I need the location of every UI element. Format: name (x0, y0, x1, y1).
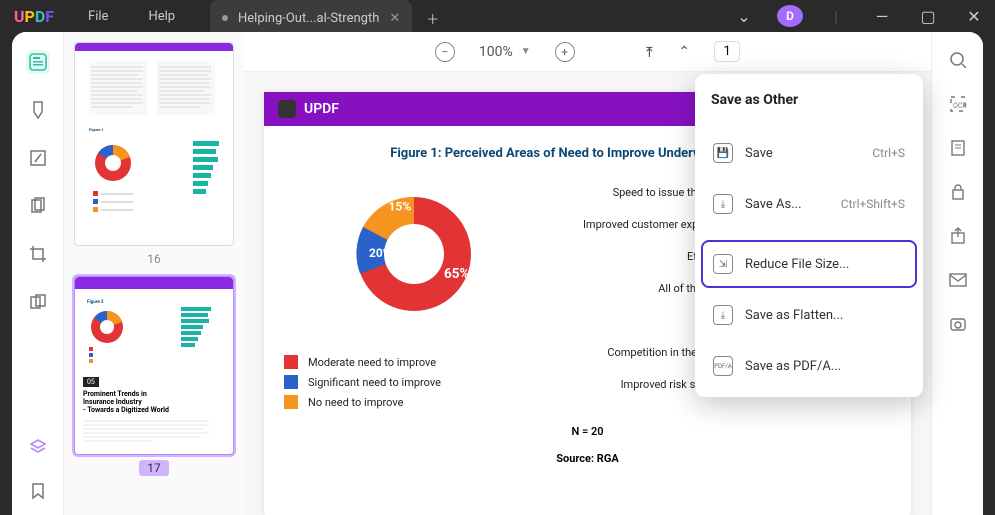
flatten-icon: ⤓ (713, 305, 733, 325)
save-as-other-menu: Save as Other 💾 Save Ctrl+S ⤓ Save As...… (695, 74, 923, 397)
app-logo: UPDF (14, 7, 54, 26)
menu-save[interactable]: 💾 Save Ctrl+S (701, 129, 917, 177)
save-icon: 💾 (713, 143, 733, 163)
prev-page-button[interactable]: ⌃ (678, 44, 690, 60)
email-icon[interactable] (948, 270, 968, 290)
maximize-button[interactable]: ▢ (915, 7, 941, 26)
thumbnail-number-current: 17 (74, 461, 234, 475)
chart-source: Source: RGA (284, 452, 891, 465)
compare-icon[interactable] (26, 290, 50, 314)
screenshot-icon[interactable] (948, 314, 968, 334)
right-toolbar: OCR (931, 32, 983, 515)
brand-mark-icon (278, 100, 296, 118)
first-page-button[interactable]: ⇤ (641, 46, 657, 58)
tab-modified-dot-icon (222, 15, 228, 21)
dropdown-title: Save as Other (699, 78, 919, 126)
chevron-down-icon[interactable]: ⌄ (731, 7, 757, 26)
bookmark-icon[interactable] (26, 479, 50, 503)
thumbnail-number: 16 (74, 252, 234, 266)
organize-pages-icon[interactable] (26, 194, 50, 218)
search-icon[interactable] (948, 50, 968, 70)
svg-text:Figure 1: Figure 1 (89, 127, 104, 132)
menu-file[interactable]: File (68, 9, 128, 24)
avatar[interactable]: D (777, 5, 803, 27)
svg-text:Figure 2: Figure 2 (87, 299, 104, 305)
menu-save-pdfa[interactable]: PDF/A Save as PDF/A... (701, 342, 917, 390)
new-tab-button[interactable]: ＋ (412, 0, 453, 36)
thumbnail-page-17[interactable]: Figure 2 (74, 276, 234, 455)
annotate-icon[interactable] (26, 98, 50, 122)
menu-save-flatten[interactable]: ⤓ Save as Flatten... (701, 291, 917, 339)
left-toolbar (12, 32, 64, 515)
edit-text-icon[interactable] (26, 146, 50, 170)
share-icon[interactable] (948, 226, 968, 246)
pdfa-icon: PDF/A (713, 356, 733, 376)
thumbnail-panel: Figure 1 (64, 32, 244, 515)
close-icon[interactable]: ✕ (389, 11, 400, 26)
document-tab[interactable]: Helping-Out...al-Strength ✕ (210, 0, 412, 36)
workspace: Figure 1 (12, 32, 983, 515)
form-icon[interactable] (948, 138, 968, 158)
reader-mode-icon[interactable] (26, 50, 50, 74)
svg-text:20%: 20% (369, 246, 392, 260)
save-as-icon: ⤓ (713, 194, 733, 214)
protect-icon[interactable] (948, 182, 968, 202)
compress-icon: ⇲ (713, 254, 733, 274)
minimize-button[interactable]: — (869, 7, 895, 26)
page-number-input[interactable] (714, 41, 740, 62)
menu-save-as[interactable]: ⤓ Save As... Ctrl+Shift+S (701, 180, 917, 228)
view-toolbar: − 100% ▼ + ⇤ ⌃ (244, 32, 931, 72)
thumbnail-page-16[interactable]: Figure 1 (74, 42, 234, 246)
chevron-down-icon: ▼ (521, 46, 531, 57)
donut-chart: 65% 20% 15% Moderate need to improve Sig… (284, 179, 544, 415)
zoom-out-button[interactable]: − (435, 42, 455, 62)
layers-icon[interactable] (26, 435, 50, 459)
zoom-select[interactable]: 100% ▼ (479, 44, 531, 60)
tab-title: Helping-Out...al-Strength (238, 11, 379, 26)
donut-legend: Moderate need to improve Significant nee… (284, 355, 544, 409)
sample-size: N = 20 (284, 425, 891, 438)
svg-text:65%: 65% (444, 266, 469, 282)
ocr-icon[interactable]: OCR (948, 94, 968, 114)
menu-help[interactable]: Help (128, 9, 195, 24)
svg-text:OCR: OCR (953, 102, 967, 110)
crop-icon[interactable] (26, 242, 50, 266)
zoom-in-button[interactable]: + (555, 42, 575, 62)
close-window-button[interactable]: ✕ (961, 7, 987, 26)
svg-text:15%: 15% (389, 200, 412, 214)
tab-bar: Helping-Out...al-Strength ✕ ＋ (210, 0, 453, 36)
window-controls: ⌄ D | — ▢ ✕ (731, 0, 987, 32)
thumb-section-badge: 05 (83, 377, 99, 387)
menu-reduce-file-size[interactable]: ⇲ Reduce File Size... (701, 240, 917, 288)
